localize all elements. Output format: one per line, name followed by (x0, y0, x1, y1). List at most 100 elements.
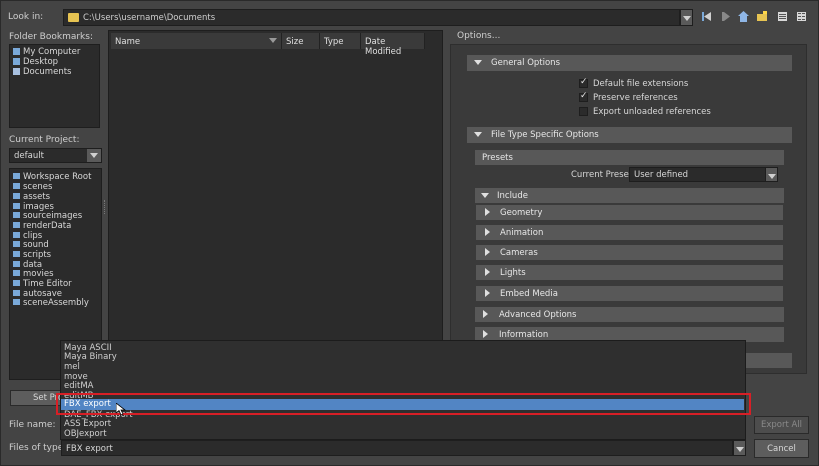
include-cameras-header[interactable]: Cameras (476, 245, 783, 260)
folder-icon (13, 203, 20, 209)
section-title: Lights (500, 268, 526, 278)
presets-header[interactable]: Presets (475, 150, 784, 165)
cancel-button[interactable]: Cancel (754, 439, 809, 458)
current-preset-select[interactable]: User defined (629, 167, 766, 182)
back-icon[interactable] (701, 11, 712, 22)
annotation-highlight-box (56, 393, 751, 415)
current-project-select[interactable]: default (9, 148, 102, 163)
collapsed-arrow-icon (485, 289, 490, 297)
file-type-option[interactable]: editMA (64, 381, 93, 391)
collapsed-arrow-icon (485, 268, 490, 276)
advanced-options-header[interactable]: Advanced Options (475, 307, 784, 322)
new-folder-icon[interactable] (757, 11, 768, 22)
folder-icon (68, 13, 79, 22)
file-type-specific-options-header[interactable]: File Type Specific Options (467, 127, 792, 143)
general-options-header[interactable]: General Options (467, 55, 792, 71)
tree-item-assets[interactable]: assets (13, 192, 50, 202)
file-type-option[interactable]: ASS Export (64, 419, 111, 429)
folder-icon (13, 241, 20, 247)
tree-item-label: movies (23, 269, 54, 279)
tree-item-sound[interactable]: sound (13, 240, 49, 250)
column-header-type[interactable]: Type (320, 33, 361, 49)
files-of-type-label: Files of type: (9, 443, 67, 453)
chevron-down-icon (683, 16, 691, 21)
current-project-label: Current Project: (9, 135, 80, 145)
file-type-option[interactable]: OBJexport (64, 429, 107, 439)
bookmark-my-computer[interactable]: My Computer (13, 47, 80, 57)
panel-splitter-handle[interactable] (104, 200, 107, 214)
bookmark-desktop[interactable]: Desktop (13, 57, 58, 67)
look-in-dropdown-button[interactable] (680, 9, 693, 26)
tree-item-label: scenes (23, 182, 53, 192)
folder-icon (13, 299, 20, 305)
section-title: Geometry (500, 208, 543, 218)
folder-icon (13, 280, 20, 286)
tree-item-label: renderData (23, 221, 72, 231)
tree-item-scripts[interactable]: scripts (13, 250, 51, 260)
tree-item-sceneassembly[interactable]: sceneAssembly (13, 298, 89, 308)
column-header-size[interactable]: Size (282, 33, 320, 49)
folder-icon (13, 173, 20, 179)
default-file-extensions-label: Default file extensions (593, 79, 689, 89)
tree-item-label: Workspace Root (23, 172, 92, 182)
section-title: Include (497, 191, 528, 201)
mouse-cursor-icon (116, 403, 126, 416)
include-geometry-header[interactable]: Geometry (476, 205, 783, 220)
file-list[interactable]: Name Size Type Date Modified (108, 30, 443, 382)
file-type-option[interactable]: Maya Binary (64, 352, 117, 362)
collapsed-arrow-icon (485, 248, 490, 256)
column-header-name[interactable]: Name (111, 33, 282, 49)
files-of-type-select[interactable]: FBX export (61, 440, 733, 456)
look-in-label: Look in: (8, 12, 44, 22)
export-unloaded-references-checkbox[interactable] (579, 107, 588, 116)
look-in-path: C:\Users\username\Documents (83, 13, 216, 23)
include-lights-header[interactable]: Lights (476, 265, 783, 280)
tree-item-workspace-root[interactable]: Workspace Root (13, 172, 91, 182)
folder-icon (13, 290, 20, 296)
tree-item-sourceimages[interactable]: sourceimages (13, 211, 82, 221)
export-all-label: Export All (760, 420, 803, 430)
folder-icon (13, 232, 20, 238)
collapsed-arrow-icon (483, 310, 488, 318)
include-embed-media-header[interactable]: Embed Media (476, 286, 783, 301)
home-icon[interactable] (738, 11, 749, 22)
tree-item-label: scripts (23, 250, 52, 260)
list-view-icon[interactable] (777, 11, 788, 22)
file-type-dropdown-list[interactable]: Maya ASCII Maya Binary mel move editMA e… (60, 340, 746, 440)
tree-item-label: sceneAssembly (23, 298, 89, 308)
files-of-type-value: FBX export (66, 444, 113, 454)
tree-item-scenes[interactable]: scenes (13, 182, 52, 192)
tree-item-time-editor[interactable]: Time Editor (13, 279, 72, 289)
include-animation-header[interactable]: Animation (476, 225, 783, 240)
cancel-label: Cancel (767, 444, 796, 454)
folder-icon (13, 222, 20, 228)
include-header[interactable]: Include (475, 188, 784, 203)
desktop-icon (13, 58, 20, 65)
tree-item-movies[interactable]: movies (13, 269, 54, 279)
default-file-extensions-checkbox[interactable] (579, 77, 588, 88)
folder-bookmarks-label: Folder Bookmarks: (9, 32, 93, 42)
bookmark-documents[interactable]: Documents (13, 67, 71, 77)
preset-dropdown-button[interactable] (765, 167, 778, 182)
files-of-type-dropdown-button[interactable] (733, 440, 746, 456)
folder-bookmarks-list[interactable]: My Computer Desktop Documents (9, 44, 100, 128)
folder-icon (13, 270, 20, 276)
project-dropdown-button[interactable] (87, 149, 101, 162)
file-type-option[interactable]: mel (64, 362, 80, 372)
section-title: Embed Media (500, 289, 558, 299)
column-header-date-modified[interactable]: Date Modified (361, 33, 425, 57)
forward-icon[interactable] (720, 11, 731, 22)
export-all-button[interactable]: Export All (754, 416, 809, 434)
section-title: Information (499, 330, 549, 340)
column-header-label: Date Modified (365, 37, 402, 57)
tree-item-renderdata[interactable]: renderData (13, 221, 71, 231)
look-in-field[interactable]: C:\Users\username\Documents (63, 9, 680, 26)
preserve-references-checkbox[interactable] (579, 91, 588, 102)
expanded-arrow-icon (481, 193, 489, 198)
folder-icon (13, 193, 20, 199)
file-name-label: File name: (9, 420, 56, 430)
tree-item-label: Time Editor (23, 279, 72, 289)
section-title: General Options (491, 58, 560, 68)
document-icon (13, 68, 20, 75)
detail-view-icon[interactable] (796, 11, 807, 22)
